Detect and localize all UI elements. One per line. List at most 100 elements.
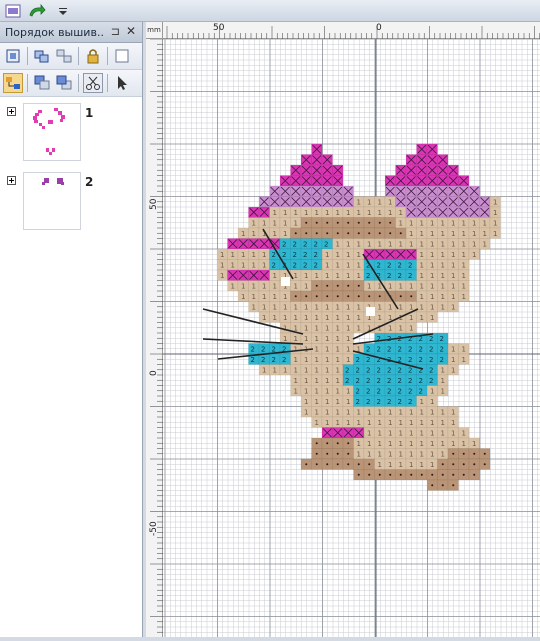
- svg-text:1: 1: [273, 283, 277, 291]
- svg-text:2: 2: [366, 398, 370, 406]
- select-all-icon[interactable]: [3, 46, 23, 66]
- svg-text:1: 1: [367, 209, 371, 217]
- svg-text:1: 1: [462, 272, 466, 280]
- svg-text:1: 1: [252, 262, 256, 270]
- svg-text:2: 2: [387, 346, 391, 354]
- cut-icon[interactable]: [83, 73, 103, 93]
- svg-text:2: 2: [408, 262, 412, 270]
- svg-text:1: 1: [420, 293, 424, 301]
- svg-text:1: 1: [336, 419, 340, 427]
- svg-text:1: 1: [483, 241, 487, 249]
- dropdown-arrow-icon[interactable]: [54, 3, 72, 19]
- svg-text:1: 1: [220, 272, 224, 280]
- svg-text:1: 1: [325, 346, 329, 354]
- svg-text:2: 2: [324, 241, 328, 249]
- svg-text:2: 2: [377, 388, 381, 396]
- app-logo-icon[interactable]: [4, 3, 22, 19]
- svg-text:1: 1: [220, 262, 224, 270]
- panel-title: Порядок вышив...: [5, 25, 105, 39]
- svg-text:1: 1: [409, 325, 413, 333]
- svg-text:1: 1: [315, 356, 319, 364]
- svg-text:1: 1: [283, 304, 287, 312]
- svg-text:1: 1: [336, 262, 340, 270]
- expand-icon[interactable]: [7, 176, 16, 185]
- svg-text:1: 1: [399, 325, 403, 333]
- svg-text:2: 2: [366, 367, 370, 375]
- svg-text:1: 1: [325, 388, 329, 396]
- ruler-label: 50: [213, 23, 225, 33]
- svg-text:1: 1: [304, 367, 308, 375]
- svg-text:1: 1: [451, 419, 455, 427]
- svg-text:1: 1: [409, 230, 413, 238]
- svg-text:1: 1: [378, 199, 382, 207]
- toolbar-separator: [107, 74, 108, 92]
- pointer-icon[interactable]: [112, 73, 132, 93]
- svg-text:1: 1: [409, 409, 413, 417]
- svg-text:1: 1: [315, 377, 319, 385]
- close-icon[interactable]: ✕: [126, 24, 136, 38]
- svg-text:1: 1: [273, 220, 277, 228]
- svg-text:1: 1: [409, 440, 413, 448]
- svg-text:1: 1: [420, 230, 424, 238]
- cross-stitch-design[interactable]: 1111111111111111111111111111111111111111…: [163, 38, 540, 637]
- svg-text:1: 1: [409, 430, 413, 438]
- svg-text:1: 1: [346, 325, 350, 333]
- svg-text:1: 1: [451, 293, 455, 301]
- svg-text:2: 2: [356, 388, 360, 396]
- group-icon[interactable]: [32, 46, 52, 66]
- ungroup-icon[interactable]: [54, 46, 74, 66]
- svg-text:1: 1: [420, 461, 424, 469]
- svg-text:1: 1: [252, 251, 256, 259]
- svg-text:2: 2: [408, 367, 412, 375]
- list-item[interactable]: 1: [0, 103, 142, 165]
- svg-text:1: 1: [325, 409, 329, 417]
- svg-text:2: 2: [272, 262, 276, 270]
- svg-text:1: 1: [346, 356, 350, 364]
- svg-text:1: 1: [441, 220, 445, 228]
- svg-text:1: 1: [294, 346, 298, 354]
- svg-text:1: 1: [409, 461, 413, 469]
- svg-text:1: 1: [241, 230, 245, 238]
- panel-toolbar-row-2: [0, 70, 142, 97]
- svg-text:1: 1: [336, 409, 340, 417]
- svg-text:2: 2: [366, 356, 370, 364]
- svg-text:1: 1: [325, 377, 329, 385]
- svg-text:1: 1: [420, 398, 424, 406]
- svg-text:1: 1: [409, 283, 413, 291]
- svg-text:1: 1: [357, 304, 361, 312]
- toolbar-separator: [27, 74, 28, 92]
- redo-arrow-icon[interactable]: [28, 3, 46, 19]
- svg-text:2: 2: [419, 346, 423, 354]
- svg-text:1: 1: [430, 419, 434, 427]
- svg-text:2: 2: [314, 262, 318, 270]
- svg-text:1: 1: [294, 209, 298, 217]
- stitch-order-panel: Порядок вышив... ⊐ ✕ 1 2: [0, 22, 143, 637]
- svg-text:1: 1: [336, 304, 340, 312]
- pin-icon[interactable]: ⊐: [111, 25, 120, 38]
- frame-icon[interactable]: [112, 46, 132, 66]
- svg-text:2: 2: [314, 241, 318, 249]
- svg-text:1: 1: [367, 451, 371, 459]
- ruler-label: 0: [149, 370, 159, 376]
- svg-text:2: 2: [429, 335, 433, 343]
- svg-text:1: 1: [430, 293, 434, 301]
- svg-text:2: 2: [387, 262, 391, 270]
- svg-text:1: 1: [336, 251, 340, 259]
- svg-text:1: 1: [462, 356, 466, 364]
- lock-icon[interactable]: [83, 46, 103, 66]
- sequence-icon[interactable]: [3, 73, 23, 93]
- move-back-icon[interactable]: [32, 73, 52, 93]
- svg-text:1: 1: [231, 251, 235, 259]
- svg-text:2: 2: [429, 356, 433, 364]
- svg-text:2: 2: [408, 272, 412, 280]
- svg-text:1: 1: [283, 367, 287, 375]
- svg-text:1: 1: [399, 283, 403, 291]
- svg-text:2: 2: [272, 356, 276, 364]
- svg-text:2: 2: [429, 377, 433, 385]
- list-item[interactable]: 2: [0, 172, 142, 234]
- move-forward-icon[interactable]: [54, 73, 74, 93]
- svg-text:1: 1: [231, 262, 235, 270]
- expand-icon[interactable]: [7, 107, 16, 116]
- svg-text:1: 1: [399, 241, 403, 249]
- svg-text:1: 1: [241, 262, 245, 270]
